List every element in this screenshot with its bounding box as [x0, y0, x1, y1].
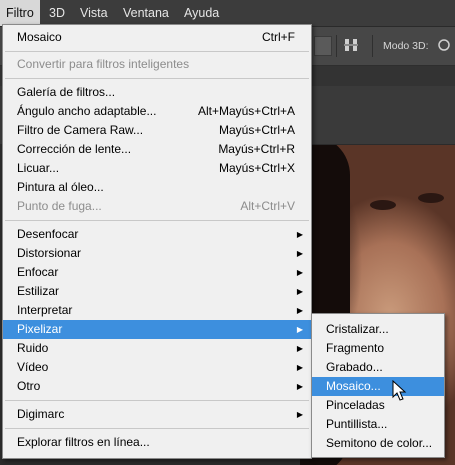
menu-item-label: Otro	[17, 379, 41, 393]
chevron-right-icon: ▶	[296, 382, 303, 391]
toolbar-divider	[336, 35, 337, 57]
submenu-item-cristalizar[interactable]: Cristalizar...	[312, 320, 444, 339]
chevron-right-icon: ▶	[296, 268, 303, 277]
menu-vista[interactable]: Vista	[80, 0, 108, 26]
menu-item-ruido[interactable]: Ruido ▶	[3, 339, 311, 358]
menu-separator	[5, 220, 309, 221]
submenu-item-grabado[interactable]: Grabado...	[312, 358, 444, 377]
align-icon[interactable]	[314, 36, 332, 56]
menu-separator	[5, 428, 309, 429]
eye-shape	[418, 193, 444, 203]
menu-item-label: Pintura al óleo...	[17, 180, 104, 194]
menu-ventana[interactable]: Ventana	[123, 0, 169, 26]
toolbar-divider	[372, 35, 373, 57]
pixelizar-submenu: Cristalizar... Fragmento Grabado... Mosa…	[311, 313, 445, 458]
chevron-right-icon: ▶	[296, 230, 303, 239]
menu-item-correccion-de-lente[interactable]: Corrección de lente... Mayús+Ctrl+R	[3, 140, 311, 159]
submenu-item-fragmento[interactable]: Fragmento	[312, 339, 444, 358]
menu-item-label: Ángulo ancho adaptable...	[17, 104, 157, 118]
menu-item-convertir-filtros-inteligentes[interactable]: Convertir para filtros inteligentes	[3, 55, 311, 74]
menu-item-interpretar[interactable]: Interpretar ▶	[3, 301, 311, 320]
mouse-pointer-icon	[392, 380, 407, 401]
shortcut-label: Mayús+Ctrl+A	[218, 123, 295, 137]
menu-separator	[5, 51, 309, 52]
menu-item-explorar-filtros-en-linea[interactable]: Explorar filtros en línea...	[3, 433, 311, 452]
menu-item-punto-de-fuga[interactable]: Punto de fuga... Alt+Ctrl+V	[3, 197, 311, 216]
menu-item-label: Grabado...	[326, 360, 383, 374]
menu-item-label: Puntillista...	[326, 417, 388, 431]
menu-item-label: Distorsionar	[17, 246, 82, 260]
shortcut-label: Alt+Ctrl+V	[240, 199, 295, 213]
shortcut-label: Alt+Mayús+Ctrl+A	[197, 104, 295, 118]
submenu-item-semitono-de-color[interactable]: Semitono de color...	[312, 434, 444, 453]
menu-item-label: Semitono de color...	[326, 436, 433, 450]
chevron-right-icon: ▶	[296, 325, 303, 334]
menu-item-label: Punto de fuga...	[17, 199, 102, 213]
menu-item-label: Corrección de lente...	[17, 142, 132, 156]
menu-item-galeria-de-filtros[interactable]: Galería de filtros...	[3, 83, 311, 102]
menu-item-label: Ruido	[17, 341, 49, 355]
mode-3d-label: Modo 3D:	[383, 40, 429, 52]
menu-item-angulo-ancho-adaptable[interactable]: Ángulo ancho adaptable... Alt+Mayús+Ctrl…	[3, 102, 311, 121]
chevron-right-icon: ▶	[296, 249, 303, 258]
distribute-icon[interactable]	[344, 38, 358, 52]
menu-item-estilizar[interactable]: Estilizar ▶	[3, 282, 311, 301]
eye-shape	[370, 200, 396, 210]
chevron-right-icon: ▶	[296, 410, 303, 419]
menu-ayuda[interactable]: Ayuda	[184, 0, 219, 26]
menu-item-label: Licuar...	[17, 161, 60, 175]
menu-item-pintura-al-oleo[interactable]: Pintura al óleo...	[3, 178, 311, 197]
menu-item-label: Enfocar	[17, 265, 59, 279]
menu-item-video[interactable]: Vídeo ▶	[3, 358, 311, 377]
shortcut-label: Mayús+Ctrl+R	[218, 142, 295, 156]
menu-separator	[5, 78, 309, 79]
menu-item-label: Pixelizar	[17, 322, 63, 336]
menu-item-label: Mosaico	[17, 30, 62, 44]
menu-item-label: Interpretar	[17, 303, 73, 317]
chevron-right-icon: ▶	[296, 344, 303, 353]
chevron-right-icon: ▶	[296, 287, 303, 296]
chevron-right-icon: ▶	[296, 363, 303, 372]
menu-item-digimarc[interactable]: Digimarc ▶	[3, 405, 311, 424]
3d-rotate-icon[interactable]	[437, 38, 451, 52]
menu-filtro[interactable]: Filtro	[0, 0, 40, 26]
menu-item-label: Mosaico...	[326, 379, 381, 393]
menu-item-otro[interactable]: Otro ▶	[3, 377, 311, 396]
menu-item-label: Fragmento	[326, 341, 385, 355]
menu-item-desenfocar[interactable]: Desenfocar ▶	[3, 225, 311, 244]
menu-item-label: Pinceladas	[326, 398, 385, 412]
menu-item-filtro-camera-raw[interactable]: Filtro de Camera Raw... Mayús+Ctrl+A	[3, 121, 311, 140]
menu-item-label: Cristalizar...	[326, 322, 389, 336]
menu-bar: Filtro 3D Vista Ventana Ayuda	[0, 0, 455, 27]
menu-item-label: Estilizar	[17, 284, 60, 298]
menu-item-pixelizar[interactable]: Pixelizar ▶	[3, 320, 311, 339]
shortcut-label: Ctrl+F	[262, 30, 295, 44]
submenu-item-mosaico[interactable]: Mosaico...	[312, 377, 444, 396]
menu-item-label: Digimarc	[17, 407, 65, 421]
menu-item-mosaico[interactable]: Mosaico Ctrl+F	[3, 28, 311, 47]
menu-item-label: Galería de filtros...	[17, 85, 116, 99]
shortcut-label: Mayús+Ctrl+X	[218, 161, 295, 175]
menu-3d[interactable]: 3D	[49, 0, 65, 26]
menu-item-distorsionar[interactable]: Distorsionar ▶	[3, 244, 311, 263]
menu-separator	[5, 400, 309, 401]
menu-item-enfocar[interactable]: Enfocar ▶	[3, 263, 311, 282]
filter-menu: Mosaico Ctrl+F Convertir para filtros in…	[2, 24, 312, 459]
submenu-item-puntillista[interactable]: Puntillista...	[312, 415, 444, 434]
menu-item-label: Convertir para filtros inteligentes	[17, 57, 190, 71]
menu-item-label: Vídeo	[17, 360, 49, 374]
chevron-right-icon: ▶	[296, 306, 303, 315]
submenu-item-pinceladas[interactable]: Pinceladas	[312, 396, 444, 415]
menu-item-label: Desenfocar	[17, 227, 79, 241]
menu-item-label: Explorar filtros en línea...	[17, 435, 150, 449]
menu-item-label: Filtro de Camera Raw...	[17, 123, 144, 137]
menu-item-licuar[interactable]: Licuar... Mayús+Ctrl+X	[3, 159, 311, 178]
